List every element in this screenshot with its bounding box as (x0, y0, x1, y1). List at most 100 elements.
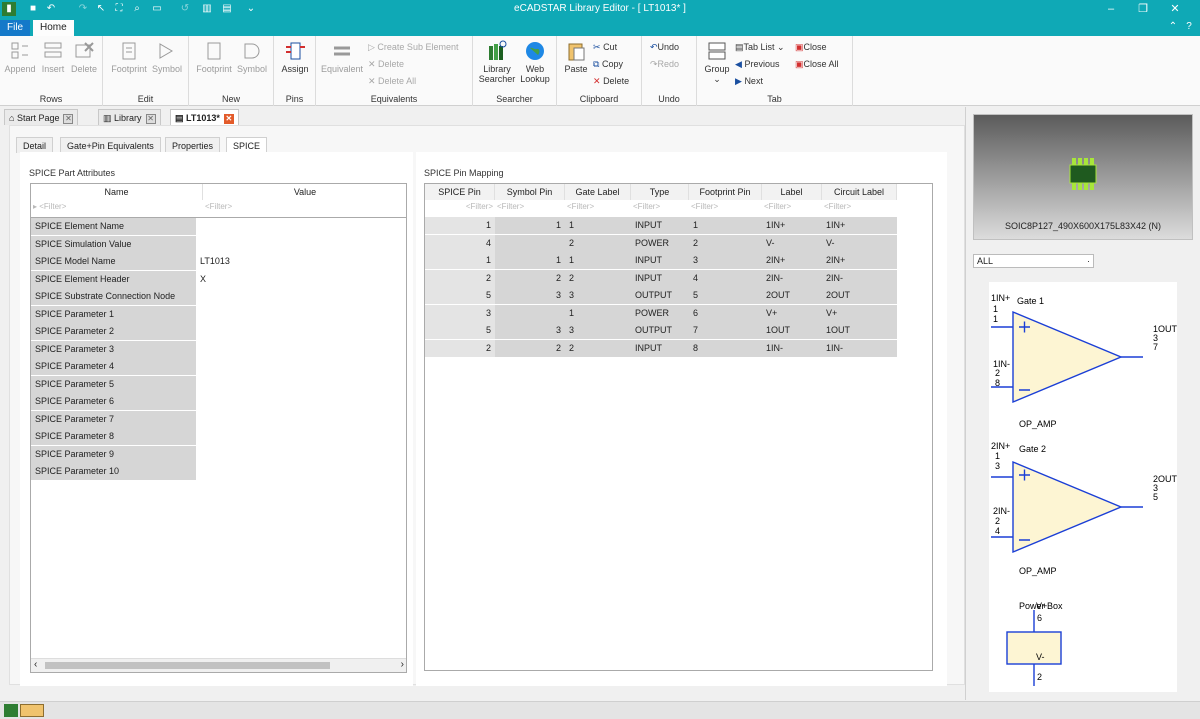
group-button[interactable]: Group ⌄ (700, 40, 734, 85)
attribute-value-cell[interactable] (196, 393, 406, 410)
circuit-label-filter[interactable]: <Filter> (822, 200, 897, 214)
file-menu[interactable]: File (0, 20, 31, 36)
gate-label-filter[interactable]: <Filter> (565, 200, 631, 214)
attribute-value-cell[interactable]: LT1013 (196, 253, 406, 270)
maximize-button[interactable]: ❐ (1128, 0, 1158, 18)
attribute-value-cell[interactable] (196, 446, 406, 463)
minimize-button[interactable]: – (1096, 0, 1126, 18)
pin-cell-label[interactable]: 2IN- (762, 269, 822, 287)
pin-cell-circuit-label[interactable]: V+ (822, 304, 897, 322)
delete-button[interactable]: ✕ Delete (593, 76, 629, 87)
pin-cell-spice-pin[interactable]: 4 (425, 234, 495, 252)
attribute-name-cell[interactable]: SPICE Parameter 3 (31, 340, 196, 358)
pin-cell-label[interactable]: 1IN- (762, 339, 822, 357)
pin-cell-label[interactable]: 1IN+ (762, 217, 822, 234)
tab-start-page[interactable]: ⌂ Start Page ✕ (4, 109, 79, 125)
close-icon[interactable]: ✕ (223, 113, 234, 124)
cut-button[interactable]: ✂ Cut (593, 42, 617, 53)
pin-cell-footprint-pin[interactable]: 7 (689, 322, 762, 339)
pin-cell-symbol-pin[interactable]: 2 (495, 269, 565, 287)
pin-cell-gate-label[interactable]: 2 (565, 269, 631, 287)
attribute-name-cell[interactable]: SPICE Substrate Connection Node (31, 288, 196, 305)
tab-spice[interactable]: SPICE (226, 137, 268, 153)
attribute-name-cell[interactable]: SPICE Parameter 1 (31, 305, 196, 323)
col-name[interactable]: Name (31, 184, 203, 200)
pin-cell-symbol-pin[interactable] (495, 304, 565, 322)
pin-cell-symbol-pin[interactable] (495, 234, 565, 252)
pin-cell-label[interactable]: V- (762, 234, 822, 252)
pin-cell-type[interactable]: POWER (631, 234, 689, 252)
pin-cell-spice-pin[interactable]: 2 (425, 269, 495, 287)
tab-lt1013[interactable]: ▤ LT1013* ✕ (170, 109, 239, 125)
delete-all-equivalents-button[interactable]: ✕ Delete All (368, 76, 416, 87)
pin-cell-label[interactable]: 2OUT (762, 287, 822, 304)
pin-cell-footprint-pin[interactable]: 6 (689, 304, 762, 322)
horizontal-scrollbar[interactable]: ‹ › (31, 658, 406, 672)
attribute-value-cell[interactable] (196, 463, 406, 480)
close-all-tabs-button[interactable]: ▣Close All (795, 59, 839, 70)
pin-cell-circuit-label[interactable]: V- (822, 234, 897, 252)
pin-cell-gate-label[interactable]: 1 (565, 252, 631, 269)
pin-cell-footprint-pin[interactable]: 2 (689, 234, 762, 252)
pin-cell-gate-label[interactable]: 1 (565, 304, 631, 322)
attribute-value-cell[interactable] (196, 306, 406, 323)
pin-cell-circuit-label[interactable]: 2OUT (822, 287, 897, 304)
pin-cell-spice-pin[interactable]: 1 (425, 217, 495, 234)
attribute-value-cell[interactable] (196, 236, 406, 253)
pin-cell-circuit-label[interactable]: 2IN- (822, 269, 897, 287)
attribute-name-cell[interactable]: SPICE Model Name (31, 253, 196, 270)
pin-cell-type[interactable]: INPUT (631, 269, 689, 287)
pin-cell-symbol-pin[interactable]: 1 (495, 217, 565, 234)
redo-button[interactable]: ↷Redo (650, 59, 679, 70)
new-footprint-button[interactable]: Footprint (194, 40, 234, 74)
type-filter[interactable]: <Filter> (631, 200, 689, 214)
tab-library[interactable]: ▥ Library ✕ (98, 109, 161, 125)
library-searcher-button[interactable]: Library Searcher (477, 40, 517, 84)
collapse-ribbon-icon[interactable]: ⌃ (1166, 20, 1180, 34)
pin-cell-label[interactable]: 1OUT (762, 322, 822, 339)
name-filter[interactable]: ▸ <Filter> (31, 200, 203, 214)
attribute-name-cell[interactable]: SPICE Parameter 2 (31, 323, 196, 340)
pin-cell-spice-pin[interactable]: 5 (425, 287, 495, 304)
close-icon[interactable]: ✕ (145, 113, 156, 124)
attribute-value-cell[interactable] (196, 218, 406, 235)
pin-cell-footprint-pin[interactable]: 5 (689, 287, 762, 304)
scroll-thumb[interactable] (45, 662, 330, 669)
pin-cell-type[interactable]: OUTPUT (631, 322, 689, 339)
attribute-value-cell[interactable]: X (196, 271, 406, 288)
pin-cell-spice-pin[interactable]: 5 (425, 322, 495, 339)
col-footprint-pin[interactable]: Footprint Pin (689, 184, 762, 200)
pin-cell-type[interactable]: POWER (631, 304, 689, 322)
attribute-value-cell[interactable] (196, 376, 406, 393)
pin-cell-footprint-pin[interactable]: 4 (689, 269, 762, 287)
col-circuit-label[interactable]: Circuit Label (822, 184, 897, 200)
tab-gate-pin-equivalents[interactable]: Gate+Pin Equivalents (60, 137, 161, 153)
tab-properties[interactable]: Properties (165, 137, 221, 153)
footprint-preview[interactable]: SOIC8P127_490X600X175L83X42 (N) (973, 114, 1193, 240)
close-tab-button[interactable]: ▣Close (795, 42, 827, 53)
attribute-name-cell[interactable]: SPICE Parameter 4 (31, 358, 196, 375)
delete-equivalent-button[interactable]: ✕ Delete (368, 59, 404, 70)
pin-cell-type[interactable]: INPUT (631, 217, 689, 234)
col-type[interactable]: Type (631, 184, 689, 200)
close-window-button[interactable]: ✕ (1160, 0, 1190, 18)
append-button[interactable]: Append (4, 40, 36, 74)
insert-button[interactable]: Insert (38, 40, 68, 74)
footprint-pin-filter[interactable]: <Filter> (689, 200, 762, 214)
attribute-name-cell[interactable]: SPICE Element Name (31, 218, 196, 235)
attribute-name-cell[interactable]: SPICE Parameter 9 (31, 445, 196, 463)
home-tab[interactable]: Home (33, 20, 74, 36)
paste-button[interactable]: Paste (561, 40, 591, 74)
layout-menu-icon[interactable] (20, 704, 44, 717)
help-icon[interactable]: ? (1182, 20, 1196, 34)
attribute-value-cell[interactable] (196, 288, 406, 305)
pin-cell-footprint-pin[interactable]: 3 (689, 252, 762, 269)
attribute-value-cell[interactable] (196, 323, 406, 340)
attribute-name-cell[interactable]: SPICE Parameter 6 (31, 393, 196, 410)
pin-cell-spice-pin[interactable]: 1 (425, 252, 495, 269)
new-symbol-button[interactable]: Symbol (234, 40, 270, 74)
attribute-value-cell[interactable] (196, 358, 406, 375)
attribute-name-cell[interactable]: SPICE Parameter 8 (31, 428, 196, 445)
col-spice-pin[interactable]: SPICE Pin (425, 184, 495, 200)
copy-button[interactable]: ⧉ Copy (593, 59, 623, 70)
